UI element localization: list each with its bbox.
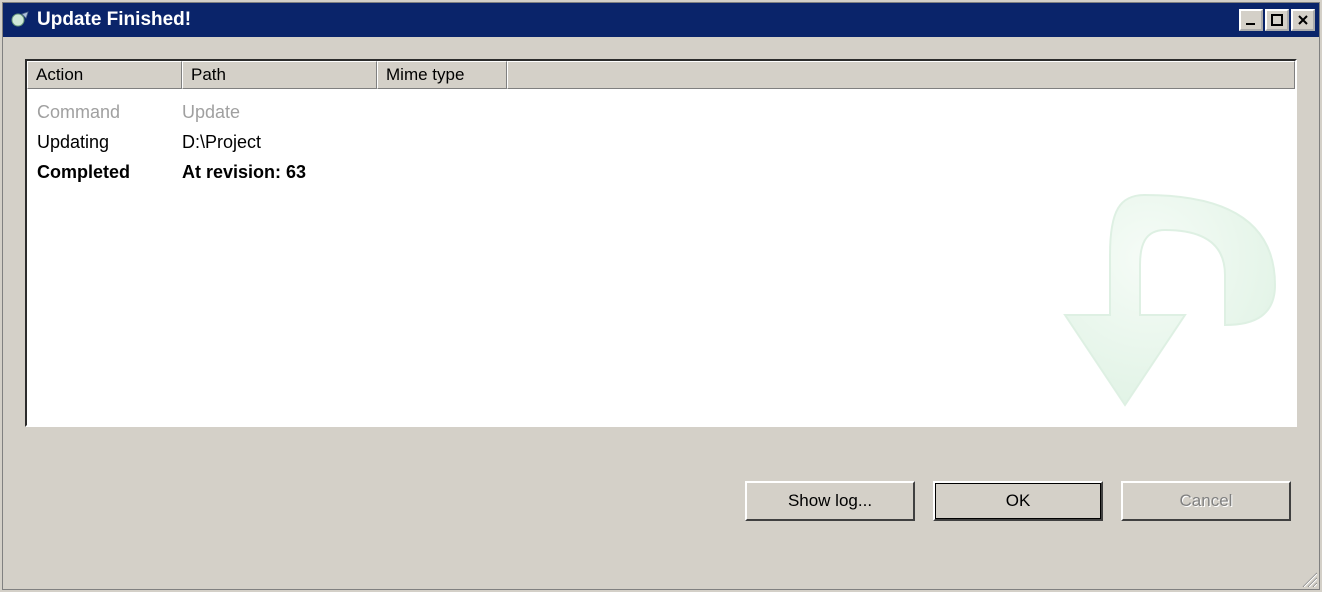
cancel-button: Cancel	[1121, 481, 1291, 521]
cell-path: Update	[182, 97, 1285, 127]
cell-path: D:\Project	[182, 127, 1285, 157]
titlebar[interactable]: Update Finished!	[3, 3, 1319, 37]
dialog-window: Update Finished! Action Path Mime type	[2, 2, 1320, 590]
button-bar: Show log... OK Cancel	[25, 481, 1297, 521]
list-row[interactable]: Completed At revision: 63	[37, 157, 1285, 187]
app-icon	[9, 9, 31, 31]
window-controls	[1239, 9, 1315, 31]
listview-body: Command Update Updating D:\Project Compl…	[27, 89, 1295, 425]
close-button[interactable]	[1291, 9, 1315, 31]
resize-grip[interactable]	[1297, 567, 1317, 587]
list-row[interactable]: Updating D:\Project	[37, 127, 1285, 157]
show-log-button[interactable]: Show log...	[745, 481, 915, 521]
list-row[interactable]: Command Update	[37, 97, 1285, 127]
listview-rows: Command Update Updating D:\Project Compl…	[27, 89, 1295, 195]
client-area: Action Path Mime type	[3, 37, 1319, 589]
cell-path: At revision: 63	[182, 157, 1285, 187]
watermark-arrow-icon	[1025, 175, 1285, 427]
window-title: Update Finished!	[37, 9, 1239, 31]
cell-action: Completed	[37, 157, 182, 187]
minimize-button[interactable]	[1239, 9, 1263, 31]
results-listview[interactable]: Action Path Mime type	[25, 59, 1297, 427]
listview-header: Action Path Mime type	[27, 61, 1295, 89]
column-header-spacer	[507, 61, 1295, 89]
column-header-mime[interactable]: Mime type	[377, 61, 507, 89]
cell-action: Command	[37, 97, 182, 127]
cell-action: Updating	[37, 127, 182, 157]
maximize-button[interactable]	[1265, 9, 1289, 31]
column-header-action[interactable]: Action	[27, 61, 182, 89]
column-header-path[interactable]: Path	[182, 61, 377, 89]
ok-button[interactable]: OK	[933, 481, 1103, 521]
